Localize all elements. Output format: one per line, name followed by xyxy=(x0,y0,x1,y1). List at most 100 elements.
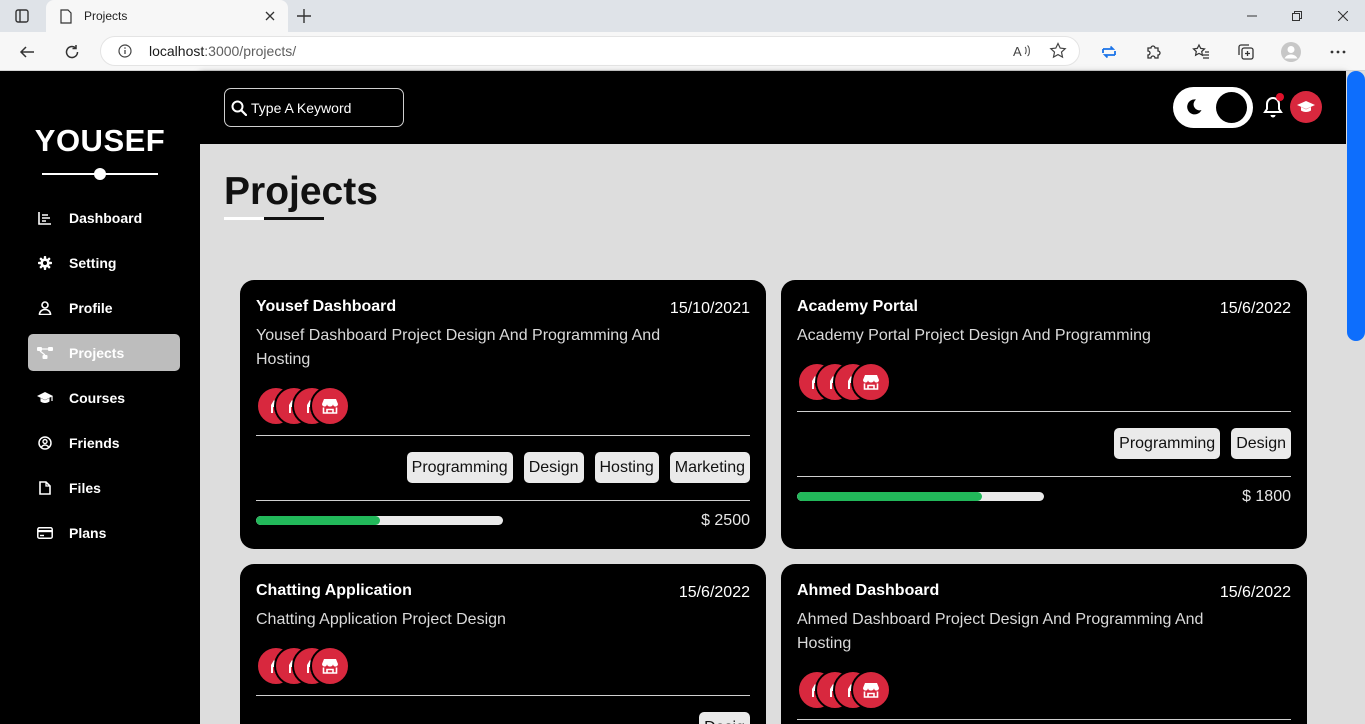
file-icon xyxy=(37,480,53,496)
project-description: Academy Portal Project Design And Progra… xyxy=(797,327,1151,344)
team-avatars xyxy=(256,646,350,686)
close-window-icon[interactable] xyxy=(1335,8,1351,24)
main-content: Projects Yousef Dashboard 15/10/2021 You… xyxy=(200,144,1346,724)
tab-title: Projects xyxy=(84,9,128,23)
sidebar-item-label: Projects xyxy=(69,344,125,361)
tag-programming[interactable]: Programming xyxy=(406,452,513,483)
browser-tab-bar: Projects xyxy=(0,0,1365,32)
brand-divider-dot xyxy=(94,168,106,180)
sidebar-item-setting[interactable]: Setting xyxy=(28,244,180,281)
card-divider xyxy=(797,719,1291,720)
chart-icon xyxy=(37,210,53,226)
tag-programming[interactable]: Programming xyxy=(1114,428,1221,459)
reload-icon[interactable] xyxy=(61,41,83,63)
project-tags: Programming Design xyxy=(1103,428,1291,459)
project-date: 15/6/2022 xyxy=(1219,584,1291,601)
page-title: Projects xyxy=(224,170,378,213)
sidebar-item-courses[interactable]: Courses xyxy=(28,379,180,416)
restore-icon[interactable] xyxy=(1289,8,1305,24)
back-icon[interactable] xyxy=(16,41,38,63)
app-header xyxy=(200,71,1346,144)
close-tab-icon[interactable] xyxy=(262,8,278,24)
project-card: Academy Portal 15/6/2022 Academy Portal … xyxy=(781,280,1307,549)
store-avatar[interactable] xyxy=(310,646,350,686)
progress-bar xyxy=(256,516,503,525)
progress-bar-fill xyxy=(256,516,380,525)
card-divider xyxy=(797,411,1291,412)
theme-toggle[interactable] xyxy=(1173,87,1253,128)
team-avatars xyxy=(797,362,891,402)
read-aloud-icon[interactable]: A xyxy=(1012,41,1032,61)
sidebar-item-files[interactable]: Files xyxy=(28,469,180,506)
store-avatar[interactable] xyxy=(851,362,891,402)
user-icon xyxy=(37,300,53,316)
page-icon xyxy=(60,8,74,24)
favorites-icon[interactable] xyxy=(1190,41,1212,63)
sidebar-item-profile[interactable]: Profile xyxy=(28,289,180,326)
tag-marketing[interactable]: Marketing xyxy=(669,452,750,483)
browser-tab[interactable]: Projects xyxy=(46,0,288,32)
sidebar-item-projects[interactable]: Projects xyxy=(28,334,180,371)
project-description: Chatting Application Project Design xyxy=(256,611,506,628)
site-info-icon[interactable] xyxy=(117,43,133,59)
search-input[interactable] xyxy=(251,99,401,116)
project-title: Academy Portal xyxy=(797,298,918,315)
sidebar-item-label: Friends xyxy=(69,434,120,451)
sidebar-item-label: Files xyxy=(69,479,101,496)
project-tags: Desig xyxy=(688,712,750,724)
more-menu-icon[interactable] xyxy=(1327,41,1349,63)
credit-card-icon xyxy=(37,525,53,541)
user-circle-icon xyxy=(37,435,53,451)
scrollbar-thumb[interactable] xyxy=(1347,71,1365,341)
screen-share-icon[interactable] xyxy=(1098,41,1120,63)
card-divider xyxy=(256,500,750,501)
profile-icon[interactable] xyxy=(1280,41,1302,63)
tag-hosting[interactable]: Hosting xyxy=(594,452,659,483)
card-divider xyxy=(256,435,750,436)
card-divider xyxy=(797,476,1291,477)
project-title: Yousef Dashboard xyxy=(256,298,397,315)
project-date: 15/10/2021 xyxy=(669,300,750,317)
project-tags: Programming Design Hosting Marketing xyxy=(396,452,750,483)
project-date: 15/6/2022 xyxy=(678,584,750,601)
url-field[interactable]: localhost:3000/projects/ xyxy=(100,36,1080,66)
progress-bar-fill xyxy=(797,492,983,501)
collections-icon[interactable] xyxy=(1235,41,1257,63)
new-tab-icon[interactable] xyxy=(295,7,313,25)
search-box[interactable] xyxy=(224,88,404,127)
progress-bar xyxy=(797,492,1044,501)
tag-design[interactable]: Design xyxy=(1231,428,1291,459)
minimize-icon[interactable] xyxy=(1244,8,1260,24)
title-underline-accent xyxy=(264,217,324,220)
svg-text:A: A xyxy=(1013,44,1022,59)
project-card: Yousef Dashboard 15/10/2021 Yousef Dashb… xyxy=(240,280,766,549)
team-avatars xyxy=(797,670,891,710)
extensions-icon[interactable] xyxy=(1142,41,1164,63)
sidebar-item-plans[interactable]: Plans xyxy=(28,514,180,551)
store-avatar[interactable] xyxy=(851,670,891,710)
avatar[interactable] xyxy=(1290,91,1322,123)
url-text: localhost:3000/projects/ xyxy=(149,43,297,59)
brand-logo: YOUSEF xyxy=(34,123,166,158)
toggle-knob xyxy=(1216,92,1247,123)
project-title: Chatting Application xyxy=(256,582,412,599)
sidebar-item-label: Courses xyxy=(69,389,126,406)
project-card: Chatting Application 15/6/2022 Chatting … xyxy=(240,564,766,724)
tab-actions-icon[interactable] xyxy=(12,7,32,25)
sidebar-item-label: Profile xyxy=(69,299,113,316)
tag-design[interactable]: Desig xyxy=(699,712,750,724)
project-card: Ahmed Dashboard 15/6/2022 Ahmed Dashboar… xyxy=(781,564,1307,724)
store-avatar[interactable] xyxy=(310,386,350,426)
notification-badge xyxy=(1276,93,1284,101)
favorite-star-icon[interactable] xyxy=(1048,41,1068,61)
graduation-cap-icon xyxy=(37,390,53,406)
gear-icon xyxy=(37,255,53,271)
project-price: $ 1800 xyxy=(1242,488,1291,505)
tag-design[interactable]: Design xyxy=(523,452,584,483)
project-price: $ 2500 xyxy=(701,512,750,529)
sidebar: YOUSEF Dashboard Setting Profile Project… xyxy=(0,71,200,724)
sidebar-item-dashboard[interactable]: Dashboard xyxy=(28,199,180,236)
card-divider xyxy=(256,695,750,696)
moon-icon xyxy=(1185,98,1203,116)
sidebar-item-friends[interactable]: Friends xyxy=(28,424,180,461)
